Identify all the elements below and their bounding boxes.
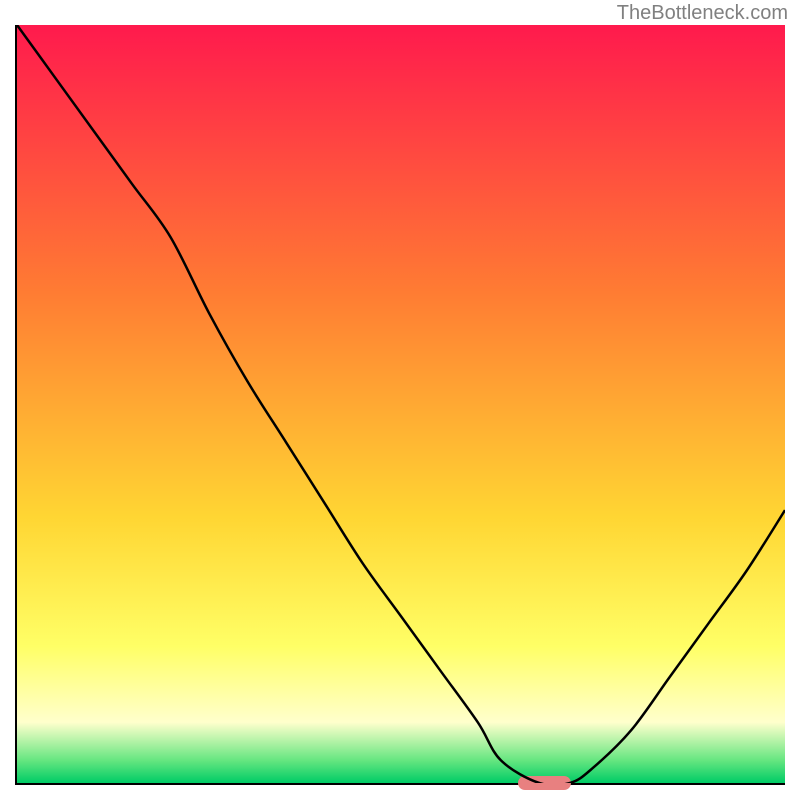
watermark: TheBottleneck.com	[617, 2, 788, 25]
bottleneck-chart	[15, 25, 785, 785]
bottleneck-curve	[17, 25, 785, 783]
